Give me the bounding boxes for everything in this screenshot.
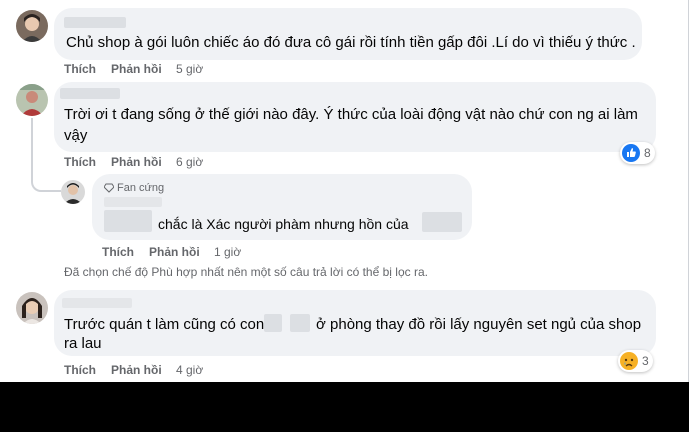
reply-button[interactable]: Phản hồi [111,61,162,77]
fan-badge: Fan cứng [104,182,164,194]
comments-panel: Chủ shop à gói luôn chiếc áo đó đưa cô g… [0,0,689,382]
comment-text: chắc là Xác người phàm nhưng hồn của [158,216,409,232]
comment-time[interactable]: 4 giờ [176,362,203,378]
comment-bubble: Trước quán t làm cũng có con ở phòng tha… [54,290,656,356]
redacted-text [290,314,310,332]
like-icon [622,144,640,162]
comment-text-cont: ở phòng thay đồ rồi lấy nguyên set ngủ c… [316,316,642,333]
badge-label: Fan cứng [117,182,165,194]
redacted-author-name [64,17,126,28]
comment-text: Chủ shop à gói luôn chiếc áo đó đưa cô g… [66,34,636,51]
avatar[interactable] [16,84,48,116]
filter-notice: Đã chọn chế độ Phù hợp nhất nên một số c… [64,265,428,279]
comment-actions: Thích Phản hồi 5 giờ [64,61,264,77]
reply-actions: Thích Phản hồi 1 giờ [102,244,302,260]
like-button[interactable]: Thích [64,154,96,170]
reply-thread-line [31,118,61,192]
comment-text-line2: vậy [64,127,88,144]
comment-time[interactable]: 1 giờ [214,244,241,260]
reply-bubble: Fan cứng chắc là Xác người phàm nhưng hồ… [92,174,472,240]
comment-bubble: Trời ơi t đang sống ở thế giới nào đây. … [54,82,656,152]
avatar[interactable] [16,10,48,42]
sad-icon [620,352,638,370]
avatar[interactable] [16,292,48,324]
reaction-summary[interactable]: 3 [618,350,653,372]
comment-bubble: Chủ shop à gói luôn chiếc áo đó đưa cô g… [54,8,642,60]
reaction-count: 3 [642,354,649,368]
comment-text-line2: ra lau [64,335,102,352]
redacted-text [422,212,462,232]
redacted-author-name [60,88,120,99]
like-button[interactable]: Thích [64,362,96,378]
like-button[interactable]: Thích [102,244,134,260]
reply-button[interactable]: Phản hồi [149,244,200,260]
redacted-text [264,314,282,332]
reply-button[interactable]: Phản hồi [111,154,162,170]
bottom-black-bar [0,382,689,432]
comment-text: Trước quán t làm cũng có con [64,316,265,333]
reaction-count: 8 [644,146,651,160]
like-button[interactable]: Thích [64,61,96,77]
redacted-text [104,210,152,232]
redacted-author-name [62,298,132,308]
comment-text: Trời ơi t đang sống ở thế giới nào đây. … [64,106,638,123]
redacted-author-name [104,197,162,207]
reaction-summary[interactable]: 8 [620,142,655,164]
comment-time[interactable]: 5 giờ [176,61,203,77]
comment-time[interactable]: 6 giờ [176,154,203,170]
reply-button[interactable]: Phản hồi [111,362,162,378]
comment-actions: Thích Phản hồi 4 giờ [64,362,264,378]
avatar[interactable] [61,180,85,204]
comment-actions: Thích Phản hồi 6 giờ [64,154,264,170]
diamond-icon [104,183,114,193]
